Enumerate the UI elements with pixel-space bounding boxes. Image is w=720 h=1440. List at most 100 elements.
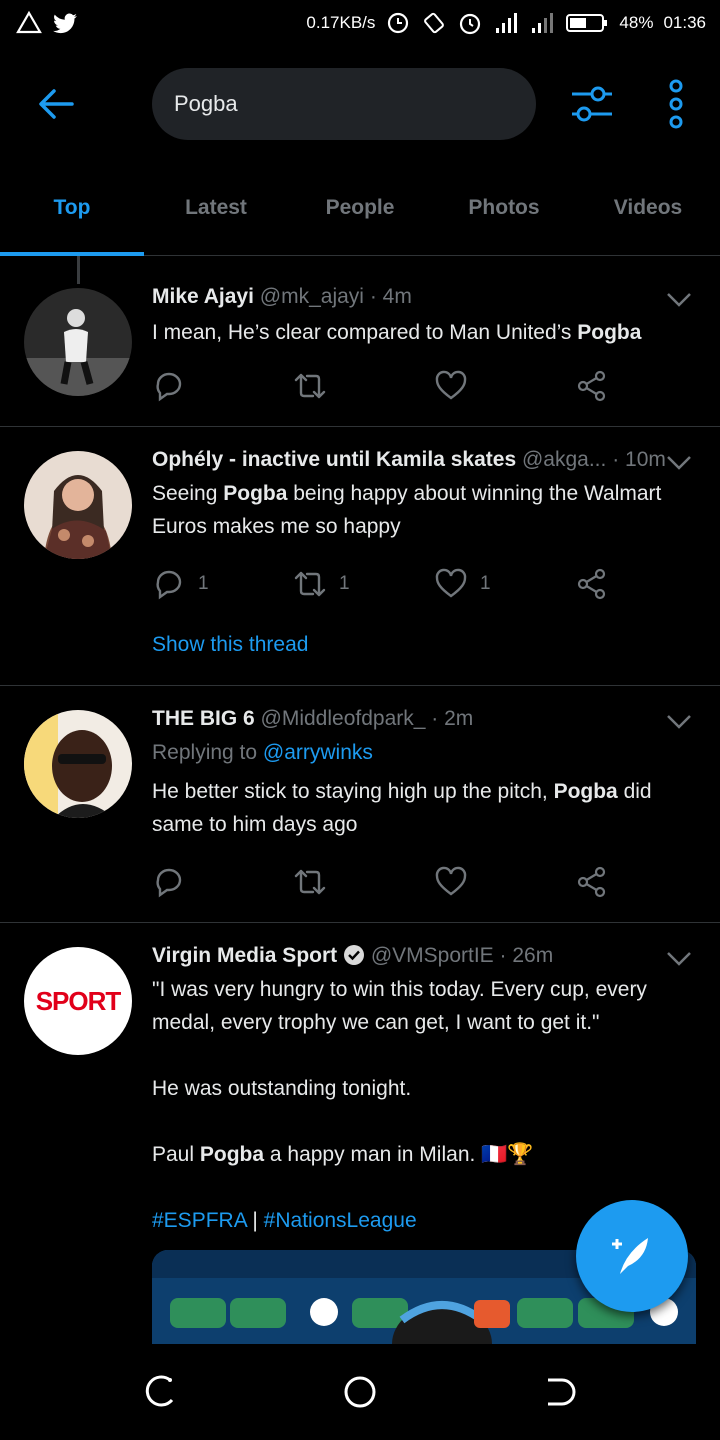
tweet-text: I mean, He’s clear compared to Man Unite…	[152, 316, 696, 349]
signal-h-icon	[532, 13, 554, 33]
more-options-icon[interactable]	[662, 78, 690, 130]
home-icon[interactable]	[340, 1372, 380, 1412]
tweet-quote-text: "I was very hungry to win this today. Ev…	[152, 978, 647, 1034]
search-query: Pogba	[174, 91, 238, 116]
tab-videos[interactable]: Videos	[576, 160, 720, 255]
heart-icon	[435, 866, 467, 896]
author-name[interactable]: Ophély - inactive until Kamila skates	[152, 448, 516, 471]
author-name[interactable]: Mike Ajayi	[152, 285, 254, 308]
reply-button[interactable]	[152, 366, 186, 406]
compose-feather-icon	[612, 1238, 648, 1274]
tab-photos[interactable]: Photos	[432, 160, 576, 255]
share-button[interactable]	[575, 366, 609, 406]
alarm-icon	[460, 13, 481, 35]
reply-icon	[156, 570, 182, 600]
like-button[interactable]	[434, 862, 468, 902]
tweet-time[interactable]: 2m	[444, 707, 473, 730]
author-handle[interactable]: @VMSportIE	[371, 944, 494, 967]
clock: 01:36	[663, 13, 706, 32]
retweet-button[interactable]	[293, 862, 327, 902]
reply-icon	[156, 372, 182, 402]
highlight-term: Pogba	[553, 780, 618, 803]
back-nav-icon[interactable]	[540, 1372, 580, 1412]
retweet-icon	[294, 373, 326, 399]
tab-people[interactable]: People	[288, 160, 432, 255]
reply-button[interactable]: 1	[152, 564, 209, 604]
share-button[interactable]	[575, 862, 609, 902]
tab-top[interactable]: Top	[0, 160, 144, 256]
tweet-text-part: a happy man in Milan. 🇫🇷🏆	[264, 1143, 534, 1166]
share-icon	[577, 866, 606, 898]
search-header: Pogba	[0, 48, 720, 160]
share-icon	[577, 370, 606, 402]
show-thread-link[interactable]: Show this thread	[152, 633, 308, 657]
replying-to-handle[interactable]: @arrywinks	[263, 741, 373, 764]
avatar[interactable]	[24, 451, 132, 559]
signal-icon	[496, 13, 518, 33]
highlight-term: Pogba	[223, 482, 288, 505]
filter-icon[interactable]	[568, 80, 616, 128]
tweet-time[interactable]: 26m	[512, 944, 553, 967]
hashtag-separator: |	[246, 1209, 264, 1232]
avatar[interactable]	[24, 710, 132, 818]
compose-tweet-button[interactable]	[576, 1200, 688, 1312]
like-button[interactable]	[434, 366, 468, 406]
tweet-time[interactable]: 4m	[383, 285, 412, 308]
like-button[interactable]: 1	[434, 564, 491, 604]
tweet[interactable]: Mike Ajayi @mk_ajayi · 4m I mean, He’s c…	[0, 256, 720, 427]
chevron-down-icon[interactable]	[666, 290, 692, 310]
reply-button[interactable]	[152, 862, 186, 902]
author-name[interactable]: Virgin Media Sport	[152, 944, 337, 967]
hashtag-link[interactable]: #ESPFRA	[152, 1209, 247, 1232]
tweet-text: Paul Pogba a happy man in Milan. 🇫🇷🏆	[152, 1138, 696, 1171]
heart-icon	[435, 568, 467, 598]
chevron-down-icon[interactable]	[666, 949, 692, 969]
tweet-text-part: Paul	[152, 1143, 200, 1166]
tweet-time[interactable]: 10m	[625, 448, 666, 471]
author-name[interactable]: THE BIG 6	[152, 707, 255, 730]
heart-icon	[435, 370, 467, 400]
retweet-button[interactable]	[293, 366, 327, 406]
retweet-count: 1	[339, 573, 350, 594]
tweet-text-part: Seeing	[152, 482, 224, 505]
retweet-button[interactable]: 1	[293, 564, 350, 604]
tweet[interactable]: Ophély - inactive until Kamila skates @a…	[0, 427, 720, 686]
tweet-text-part: I mean, He’s clear compared to Man Unite…	[152, 321, 578, 344]
tweet[interactable]: THE BIG 6 @Middleofdpark_ · 2m Replying …	[0, 686, 720, 923]
data-saver-icon	[388, 12, 409, 34]
retweet-icon	[294, 571, 326, 597]
network-speed: 0.17KB/s	[306, 13, 376, 32]
tweet-text: He better stick to staying high up the p…	[152, 775, 696, 841]
rotate-icon	[424, 12, 445, 34]
status-bar: 0.17KB/s 48% 01:36	[0, 0, 720, 48]
warning-icon	[16, 10, 42, 34]
chevron-down-icon[interactable]	[666, 712, 692, 732]
avatar[interactable]: SPORT	[24, 947, 132, 1055]
retweet-icon	[294, 869, 326, 895]
share-button[interactable]	[575, 564, 609, 604]
tweet-actions	[152, 862, 622, 902]
tab-latest[interactable]: Latest	[144, 160, 288, 255]
recent-apps-icon[interactable]	[140, 1372, 180, 1412]
avatar[interactable]	[24, 288, 132, 396]
hashtag-link[interactable]: #NationsLeague	[264, 1209, 417, 1232]
highlight-term: Pogba	[577, 321, 642, 344]
thread-connector	[77, 256, 80, 284]
author-handle[interactable]: @akga...	[522, 448, 606, 471]
author-handle[interactable]: @mk_ajayi	[260, 285, 364, 308]
replying-prefix: Replying to	[152, 741, 263, 764]
tweet-actions	[152, 366, 622, 406]
tweet-actions: 1 1 1	[152, 564, 622, 604]
search-tabs: Top Latest People Photos Videos	[0, 160, 720, 256]
battery-icon	[566, 14, 608, 32]
reply-count: 1	[198, 573, 209, 594]
dot-separator: ·	[369, 285, 377, 308]
sport-logo: SPORT	[35, 985, 122, 1016]
share-icon	[577, 568, 606, 600]
back-arrow-icon[interactable]	[36, 84, 76, 124]
chevron-down-icon[interactable]	[666, 453, 692, 473]
search-input[interactable]: Pogba	[152, 68, 536, 140]
author-handle[interactable]: @Middleofdpark_	[261, 707, 426, 730]
verified-badge-icon	[343, 945, 364, 965]
like-count: 1	[480, 573, 491, 594]
